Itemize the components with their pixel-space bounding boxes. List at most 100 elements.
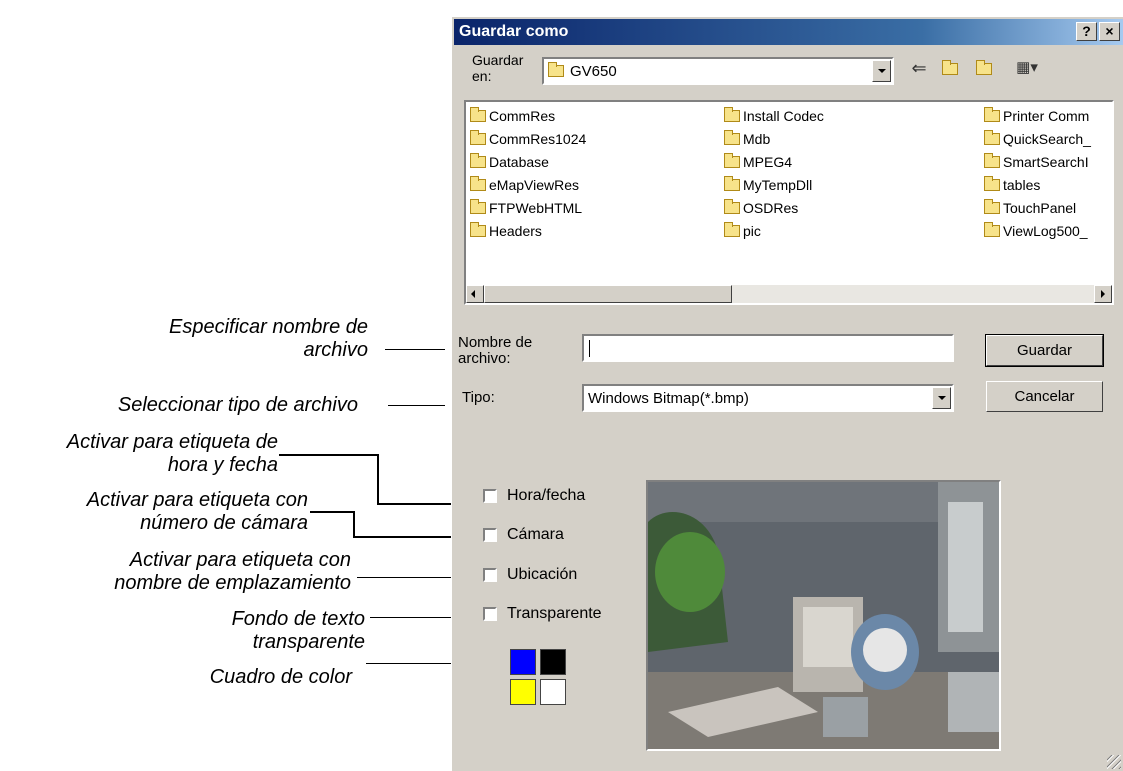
- file-name: Headers: [489, 223, 542, 239]
- list-item[interactable]: FTPWebHTML: [470, 199, 583, 216]
- resize-grip[interactable]: [1107, 755, 1121, 769]
- list-item[interactable]: Database: [470, 153, 549, 170]
- file-name: Printer Comm: [1003, 108, 1090, 124]
- color-swatch-white[interactable]: [540, 679, 566, 705]
- list-item[interactable]: tables: [984, 176, 1040, 193]
- checkbox-datetime[interactable]: [483, 489, 497, 503]
- save-in-combo[interactable]: GV650: [542, 57, 894, 85]
- filename-label: Nombre de archivo:: [458, 335, 532, 367]
- folder-icon: [724, 199, 740, 214]
- checkbox-location[interactable]: [483, 568, 497, 582]
- list-item[interactable]: Mdb: [724, 130, 771, 147]
- folder-icon: [984, 130, 1000, 145]
- up-folder-glyph: [942, 60, 958, 75]
- folder-icon: [984, 222, 1000, 237]
- file-name: FTPWebHTML: [489, 200, 583, 216]
- snapshot-preview: [646, 480, 1001, 751]
- annotation-location-line2: nombre de emplazamiento: [114, 572, 351, 594]
- filename-input[interactable]: [582, 334, 954, 362]
- annotation-camera-line2: número de cámara: [140, 512, 308, 534]
- file-name: SmartSearchI: [1003, 154, 1089, 170]
- folder-icon: [548, 62, 564, 77]
- list-item[interactable]: pic: [724, 222, 761, 239]
- type-combo[interactable]: Windows Bitmap(*.bmp): [582, 384, 954, 412]
- list-item[interactable]: eMapViewRes: [470, 176, 579, 193]
- list-item[interactable]: TouchPanel: [984, 199, 1076, 216]
- callout-line-filename: [385, 349, 445, 350]
- save-button[interactable]: Guardar: [985, 334, 1104, 367]
- save-in-label-line1: Guardar: [472, 52, 524, 68]
- annotation-color-text: Cuadro de color: [209, 666, 352, 688]
- folder-icon: [470, 107, 486, 122]
- help-button[interactable]: ?: [1076, 22, 1097, 41]
- folder-icon: [470, 130, 486, 145]
- list-item[interactable]: CommRes: [470, 107, 556, 124]
- callout-line-color: [366, 663, 460, 664]
- scroll-thumb[interactable]: [484, 285, 732, 303]
- file-name: ViewLog500_: [1003, 223, 1088, 239]
- filename-label-line2: archivo:: [458, 350, 511, 367]
- list-item[interactable]: Printer Comm: [984, 107, 1090, 124]
- checkbox-transparent[interactable]: [483, 607, 497, 621]
- folder-icon: [724, 130, 740, 145]
- scroll-left-button[interactable]: [466, 285, 484, 303]
- close-button[interactable]: ×: [1099, 22, 1120, 41]
- checkbox-location-label: Ubicación: [507, 566, 578, 583]
- annotation-filename: Especificar nombre de archivo: [169, 316, 368, 362]
- file-name: OSDRes: [743, 200, 799, 216]
- annotation-camera: Activar para etiqueta con número de cáma…: [87, 489, 308, 535]
- annotation-color: Cuadro de color: [210, 666, 352, 689]
- folder-icon: [984, 153, 1000, 168]
- checkbox-datetime-label: Hora/fecha: [507, 487, 586, 504]
- folder-icon: [470, 153, 486, 168]
- callout-line-filetype: [388, 405, 445, 406]
- new-folder-icon[interactable]: [972, 57, 996, 79]
- file-list[interactable]: CommRes CommRes1024 Database eMapViewRes FTP…: [464, 100, 1114, 305]
- annotation-camera-line1: Activar para etiqueta con: [86, 489, 308, 511]
- save-in-value-wrap: GV650: [548, 62, 617, 80]
- save-as-dialog: Guardar como ? × Guardar en: GV650 ⇐ ▦▾ …: [451, 16, 1123, 771]
- list-item[interactable]: SmartSearchI: [984, 153, 1089, 170]
- folder-icon: [470, 199, 486, 214]
- checkbox-camera[interactable]: [483, 528, 497, 542]
- back-arrow-icon[interactable]: ⇐: [907, 57, 931, 79]
- color-swatch-black[interactable]: [540, 649, 566, 675]
- type-value: Windows Bitmap(*.bmp): [588, 390, 749, 407]
- up-folder-icon[interactable]: [938, 57, 962, 79]
- text-caret: [589, 340, 590, 357]
- list-item[interactable]: Headers: [470, 222, 542, 239]
- annotation-location-line1: Activar para etiqueta con: [129, 549, 351, 571]
- cancel-button[interactable]: Cancelar: [986, 381, 1103, 412]
- save-in-dropdown-button[interactable]: [872, 60, 891, 82]
- type-label: Tipo:: [462, 389, 495, 406]
- new-folder-glyph: [976, 60, 992, 75]
- color-swatch-blue[interactable]: [510, 649, 536, 675]
- folder-icon: [470, 176, 486, 191]
- list-item[interactable]: ViewLog500_: [984, 222, 1088, 239]
- list-item[interactable]: CommRes1024: [470, 130, 586, 147]
- folder-icon: [470, 222, 486, 237]
- file-name: Database: [489, 154, 549, 170]
- file-name: pic: [743, 223, 761, 239]
- list-item[interactable]: OSDRes: [724, 199, 799, 216]
- color-swatch-yellow[interactable]: [510, 679, 536, 705]
- scroll-right-button[interactable]: [1094, 285, 1112, 303]
- horizontal-scrollbar[interactable]: [466, 285, 1112, 303]
- file-name: CommRes: [489, 108, 556, 124]
- type-dropdown-button[interactable]: [932, 387, 951, 409]
- view-menu-icon[interactable]: ▦▾: [1009, 57, 1045, 79]
- list-item[interactable]: MyTempDll: [724, 176, 812, 193]
- list-item[interactable]: MPEG4: [724, 153, 793, 170]
- list-item[interactable]: Install Codec: [724, 107, 824, 124]
- callout-line-datetime-a: [279, 454, 379, 456]
- annotation-filetype-text: Seleccionar tipo de archivo: [117, 394, 358, 416]
- scroll-right-arrow-icon: [1101, 290, 1105, 298]
- callout-line-camera-b: [353, 511, 355, 538]
- file-name: MPEG4: [743, 154, 793, 170]
- list-item[interactable]: QuickSearch_: [984, 130, 1091, 147]
- annotation-filetype: Seleccionar tipo de archivo: [118, 394, 358, 417]
- file-name: Mdb: [743, 131, 771, 147]
- folder-icon: [984, 199, 1000, 214]
- folder-icon: [724, 222, 740, 237]
- save-in-label-line2: en:: [472, 68, 492, 84]
